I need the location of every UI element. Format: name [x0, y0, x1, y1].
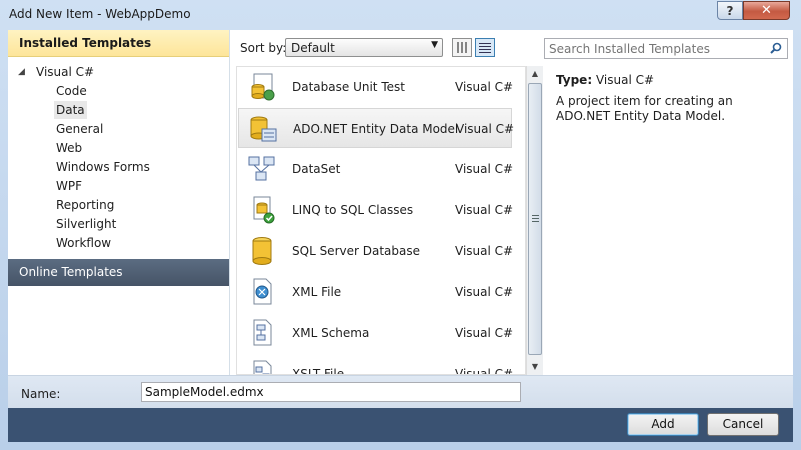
template-language: Visual C#: [455, 367, 514, 375]
template-language: Visual C#: [455, 285, 514, 299]
template-row-xml-schema[interactable]: XML Schema Visual C#: [238, 313, 514, 353]
template-language: Visual C#: [455, 80, 514, 94]
template-language: Visual C#: [455, 162, 514, 176]
template-row-ado-net-entity-data-model[interactable]: ADO.NET Entity Data Model Visual C#: [238, 108, 515, 148]
sort-by-label: Sort by:: [240, 41, 287, 55]
template-name: XSLT File: [292, 367, 345, 375]
tree-item-web[interactable]: Web: [54, 139, 84, 157]
template-type-line: Type: Visual C#: [556, 73, 654, 87]
dialog-client: Installed Templates ◢ Visual C# Code Dat…: [8, 30, 793, 442]
tree-item-reporting[interactable]: Reporting: [54, 196, 116, 214]
template-row-dataset[interactable]: DataSet Visual C#: [238, 149, 514, 189]
add-button[interactable]: Add: [627, 413, 699, 436]
linq-to-sql-icon: [253, 196, 275, 224]
sort-by-value: Default: [291, 41, 335, 55]
entity-data-model-icon: [250, 116, 277, 142]
template-language: Visual C#: [456, 122, 515, 136]
template-description: A project item for creating an ADO.NET E…: [556, 94, 733, 123]
window-title: Add New Item - WebAppDemo: [9, 7, 191, 21]
tree-root-label: Visual C#: [36, 65, 95, 79]
grid-view-icon: [457, 42, 467, 53]
template-name: SQL Server Database: [292, 244, 420, 258]
template-language: Visual C#: [455, 244, 514, 258]
online-templates-label: Online Templates: [19, 265, 123, 279]
installed-templates-header[interactable]: Installed Templates: [8, 30, 229, 57]
tree-item-wpf[interactable]: WPF: [54, 177, 84, 195]
templates-tree-panel: Installed Templates ◢ Visual C# Code Dat…: [8, 30, 230, 375]
small-icons-view-button[interactable]: [475, 38, 495, 57]
template-row-database-unit-test[interactable]: Database Unit Test Visual C#: [238, 67, 514, 107]
list-view-icon: [479, 42, 491, 53]
tree-item-code[interactable]: Code: [54, 82, 89, 100]
installed-templates-label: Installed Templates: [19, 36, 152, 50]
name-label: Name:: [21, 387, 61, 401]
toolbar: Sort by: Default ▼: [230, 30, 793, 62]
template-name: XML Schema: [292, 326, 370, 340]
add-new-item-dialog: Add New Item - WebAppDemo ? ✕ Installed …: [0, 0, 801, 450]
scroll-down-arrow-icon[interactable]: ▼: [527, 359, 543, 375]
templates-list: Database Unit Test Visual C# ADO.NET Ent…: [236, 66, 526, 375]
name-input[interactable]: [141, 382, 521, 402]
sort-by-dropdown[interactable]: Default ▼: [285, 38, 443, 57]
dropdown-arrow-icon: ▼: [431, 40, 438, 50]
type-label: Type:: [556, 73, 593, 87]
tree-item-general[interactable]: General: [54, 120, 105, 138]
template-name: Database Unit Test: [292, 80, 405, 94]
xml-file-icon: [253, 278, 272, 305]
database-unit-test-icon: [251, 73, 275, 101]
template-name: ADO.NET Entity Data Model: [293, 122, 459, 136]
template-name: LINQ to SQL Classes: [292, 203, 414, 217]
tree-item-windows-forms[interactable]: Windows Forms: [54, 158, 152, 176]
close-button[interactable]: ✕: [743, 1, 790, 20]
search-icon[interactable]: [770, 42, 782, 54]
button-strip: Add Cancel: [8, 408, 793, 442]
template-row-linq-to-sql-classes[interactable]: LINQ to SQL Classes Visual C#: [238, 190, 514, 230]
dataset-icon: [248, 156, 275, 181]
medium-icons-view-button[interactable]: [452, 38, 472, 57]
scroll-up-arrow-icon[interactable]: ▲: [527, 66, 543, 82]
template-name: DataSet: [292, 162, 341, 176]
search-input[interactable]: [549, 40, 759, 57]
help-button[interactable]: ?: [717, 1, 743, 20]
template-row-sql-server-database[interactable]: SQL Server Database Visual C#: [238, 231, 514, 271]
cancel-button[interactable]: Cancel: [707, 413, 779, 436]
template-language: Visual C#: [455, 203, 514, 217]
online-templates-header[interactable]: Online Templates: [8, 259, 229, 286]
tree-item-data[interactable]: Data: [54, 101, 87, 119]
template-name: XML File: [292, 285, 342, 299]
template-row-xslt-file[interactable]: XSLT File Visual C#: [238, 354, 514, 375]
tree-item-silverlight[interactable]: Silverlight: [54, 215, 118, 233]
template-language: Visual C#: [455, 326, 514, 340]
template-row-xml-file[interactable]: XML File Visual C#: [238, 272, 514, 312]
template-details-panel: Type: Visual C# A project item for creat…: [544, 66, 793, 375]
scrollbar-thumb[interactable]: [528, 83, 542, 355]
scrollbar-grip-icon: [532, 214, 539, 222]
xslt-file-icon: [253, 360, 272, 374]
title-bar[interactable]: Add New Item - WebAppDemo ? ✕: [0, 0, 801, 30]
xml-schema-icon: [253, 319, 272, 346]
collapse-triangle-icon[interactable]: ◢: [18, 67, 25, 77]
type-value: Visual C#: [595, 73, 655, 87]
search-box[interactable]: [544, 38, 788, 59]
name-strip: Name:: [8, 375, 793, 408]
tree-item-workflow[interactable]: Workflow: [54, 234, 113, 252]
templates-list-scrollbar[interactable]: ▲ ▼: [526, 66, 543, 375]
sql-database-icon: [252, 237, 272, 265]
